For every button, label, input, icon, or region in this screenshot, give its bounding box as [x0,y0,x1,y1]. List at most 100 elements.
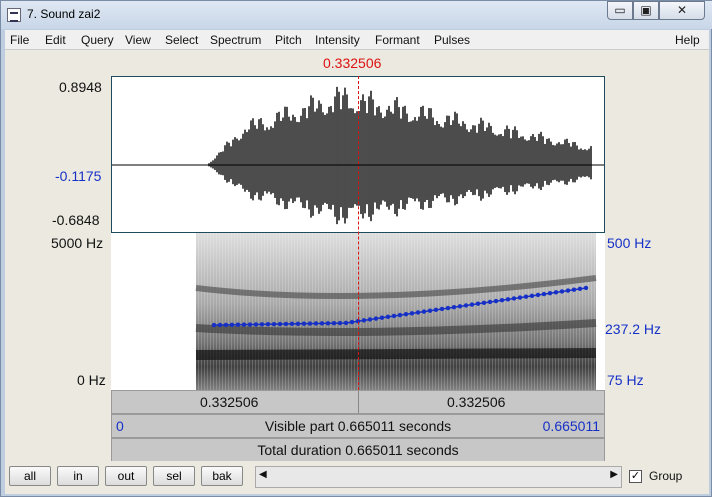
pitch-point [259,322,265,327]
pitch-point [433,307,439,313]
window-title: 7. Sound zai2 [27,7,101,21]
pitch-point [367,317,373,322]
pitch-point [565,288,571,293]
pitch-point [481,300,487,306]
title-bar[interactable]: 7. Sound zai2 ▭ ▣ ✕ [1,1,712,29]
menu-view[interactable]: View [125,33,151,47]
pitch-point [421,309,427,314]
menu-edit[interactable]: Edit [45,33,66,47]
pitch-point [289,321,295,327]
group-checkbox[interactable]: ✓ [629,470,642,483]
pitch-axis-max: 500 Hz [607,235,652,251]
praat-app-icon [7,8,21,22]
pitch-point [271,321,277,327]
pitch-point [457,304,463,309]
visible-part-text: Visible part 0.665011 seconds [264,418,452,434]
pitch-point [343,320,349,326]
pitch-point [511,296,517,301]
pitch-point [535,292,541,298]
spectrogram-striations [196,233,596,390]
maximize-button[interactable]: ▣ [633,1,659,20]
menu-file[interactable]: File [10,33,29,47]
pitch-point [541,291,547,297]
praat-sound-window: 7. Sound zai2 ▭ ▣ ✕ File Edit Query View… [0,0,712,497]
pitch-point [229,322,235,328]
group-label: Group [649,469,683,483]
formant-band-lower [195,348,597,360]
close-button[interactable]: ✕ [659,1,705,20]
zoom-back-button[interactable]: bak [201,466,243,486]
time-bar-left-value[interactable]: 0.332506 [200,394,258,410]
bottom-controls: all in out sel bak ◀ ▶ ✓ Group [5,461,709,494]
pitch-point [505,297,511,302]
cursor-line [358,76,359,390]
pitch-point [403,312,409,317]
cursor-time-label: 0.332506 [323,55,382,71]
zoom-all-button[interactable]: all [9,466,51,486]
pitch-point [349,319,355,325]
scroll-left-arrow-icon[interactable]: ◀ [259,469,267,480]
pitch-point [445,305,451,311]
pitch-point [295,321,301,326]
pitch-point [583,285,589,291]
pitch-point [415,310,421,315]
pitch-point [487,299,493,305]
menu-spectrum[interactable]: Spectrum [210,33,261,47]
zoom-in-button[interactable]: in [57,466,99,486]
waveform-y-cursor: -0.1175 [55,168,102,184]
pitch-point [337,320,343,326]
pitch-point [265,322,271,327]
waveform-y-max: 0.8948 [59,79,102,95]
pitch-point [235,322,241,327]
pitch-point [211,322,217,328]
pitch-point [385,314,391,320]
pitch-point [325,321,331,326]
menu-formant[interactable]: Formant [375,33,420,47]
pitch-point [577,286,583,292]
pitch-point [301,321,307,326]
pitch-point [331,320,337,326]
pitch-point [241,322,247,327]
pitch-point [373,316,379,321]
time-bar-right-value[interactable]: 0.332506 [447,394,505,410]
zoom-selection-button[interactable]: sel [153,466,195,486]
pitch-point [553,290,559,295]
waveform-y-min: -0.6848 [52,212,100,228]
pitch-point [451,305,457,310]
pitch-point [247,322,253,327]
spectrogram-freq-max: 5000 Hz [51,235,104,251]
pitch-point [319,321,325,326]
visible-part-bar[interactable]: 0 Visible part 0.665011 seconds 0.665011 [111,414,605,438]
pitch-point [283,321,289,327]
pitch-point [499,298,505,303]
pitch-point [523,294,529,299]
menu-pitch[interactable]: Pitch [275,33,302,47]
pitch-point [391,313,397,319]
pitch-point [313,321,319,326]
time-bar-divider [358,391,359,413]
menu-help[interactable]: Help [675,33,700,47]
pitch-axis-cursor: 237.2 Hz [605,321,662,337]
time-bar[interactable]: 0.332506 0.332506 [111,390,605,414]
pitch-point [463,303,469,308]
pitch-point [529,293,535,299]
menu-select[interactable]: Select [165,33,198,47]
scroll-right-arrow-icon[interactable]: ▶ [610,469,618,480]
waveform-signal [208,86,592,225]
minimize-button[interactable]: ▭ [607,1,633,20]
pitch-point [409,311,415,316]
menu-pulses[interactable]: Pulses [434,33,470,47]
total-duration-bar[interactable]: Total duration 0.665011 seconds [111,438,605,462]
pitch-point [571,287,577,292]
pitch-point [277,321,283,327]
pitch-point [397,312,403,318]
menu-intensity[interactable]: Intensity [315,33,360,47]
pitch-axis-min: 75 Hz [607,372,644,388]
menu-query[interactable]: Query [81,33,114,47]
menu-bar: File Edit Query View Select Spectrum Pit… [5,30,709,50]
pitch-point [439,306,445,312]
pitch-point [427,308,433,313]
zoom-out-button[interactable]: out [105,466,147,486]
spectrogram-freq-min: 0 Hz [77,372,106,388]
horizontal-scrollbar[interactable]: ◀ ▶ [255,466,622,488]
